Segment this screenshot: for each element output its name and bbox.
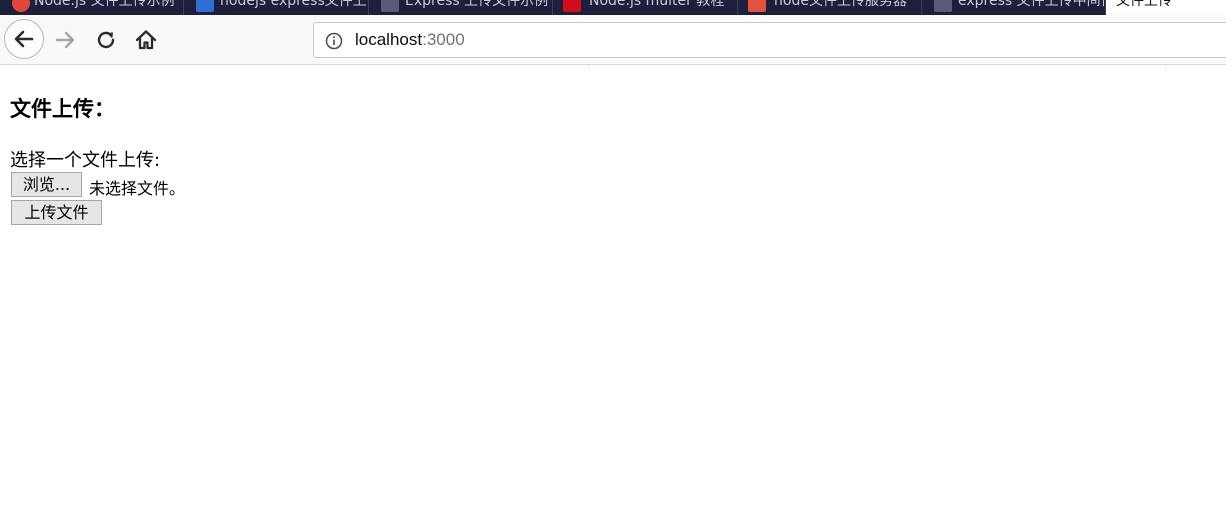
forward-arrow-icon <box>55 31 75 49</box>
tab-1-title: Node.js 文件上传示例 <box>34 0 175 9</box>
url-host: localhost <box>355 30 423 49</box>
tab-1[interactable]: Node.js 文件上传示例 <box>0 0 184 15</box>
address-bar[interactable]: localhost:3000 <box>313 22 1226 58</box>
tab-favicon-icon <box>381 0 399 12</box>
tab-3-title: Express 上传文件示例 <box>405 0 549 9</box>
url-port: :3000 <box>422 30 465 49</box>
url-text[interactable]: localhost:3000 <box>355 30 465 50</box>
tab-active[interactable]: 文件上传 <box>1106 0 1226 15</box>
back-arrow-icon <box>14 30 34 48</box>
navigation-toolbar: localhost:3000 <box>0 15 1226 65</box>
home-icon <box>135 30 157 50</box>
tab-3[interactable]: Express 上传文件示例 <box>369 0 553 15</box>
file-select-label: 选择一个文件上传: <box>10 150 161 171</box>
tab-favicon-icon <box>934 0 952 12</box>
tab-5[interactable]: node文件上传服务器 <box>738 0 922 15</box>
tab-4[interactable]: Node.js multer 教程 <box>553 0 738 15</box>
tab-4-title: Node.js multer 教程 <box>589 0 725 9</box>
tab-active-title: 文件上传 <box>1116 0 1172 9</box>
reload-icon <box>97 31 115 49</box>
tab-6-title: express 文件上传中间件 <box>958 0 1106 9</box>
back-button[interactable] <box>4 19 44 59</box>
browse-button[interactable]: 浏览... <box>11 172 82 197</box>
home-button[interactable] <box>126 20 166 60</box>
forward-button[interactable] <box>46 20 86 60</box>
info-icon[interactable] <box>324 31 344 51</box>
tab-favicon-icon <box>12 0 30 12</box>
tab-5-title: node文件上传服务器 <box>774 0 907 9</box>
tab-6[interactable]: express 文件上传中间件 <box>922 0 1106 15</box>
upload-file-button[interactable]: 上传文件 <box>11 200 102 225</box>
tab-strip: Node.js 文件上传示例 nodejs express文件上传 Expres… <box>0 0 1226 15</box>
toolbar-divider <box>1165 65 1166 67</box>
tab-2[interactable]: nodejs express文件上传 <box>184 0 369 15</box>
no-file-selected-text: 未选择文件。 <box>89 179 186 198</box>
reload-button[interactable] <box>86 20 126 60</box>
tab-2-title: nodejs express文件上传 <box>220 0 369 9</box>
tab-favicon-icon <box>563 0 581 12</box>
tab-favicon-icon <box>748 0 766 12</box>
toolbar-divider <box>588 65 589 67</box>
page-heading: 文件上传： <box>10 97 115 121</box>
tab-favicon-icon <box>196 0 214 12</box>
